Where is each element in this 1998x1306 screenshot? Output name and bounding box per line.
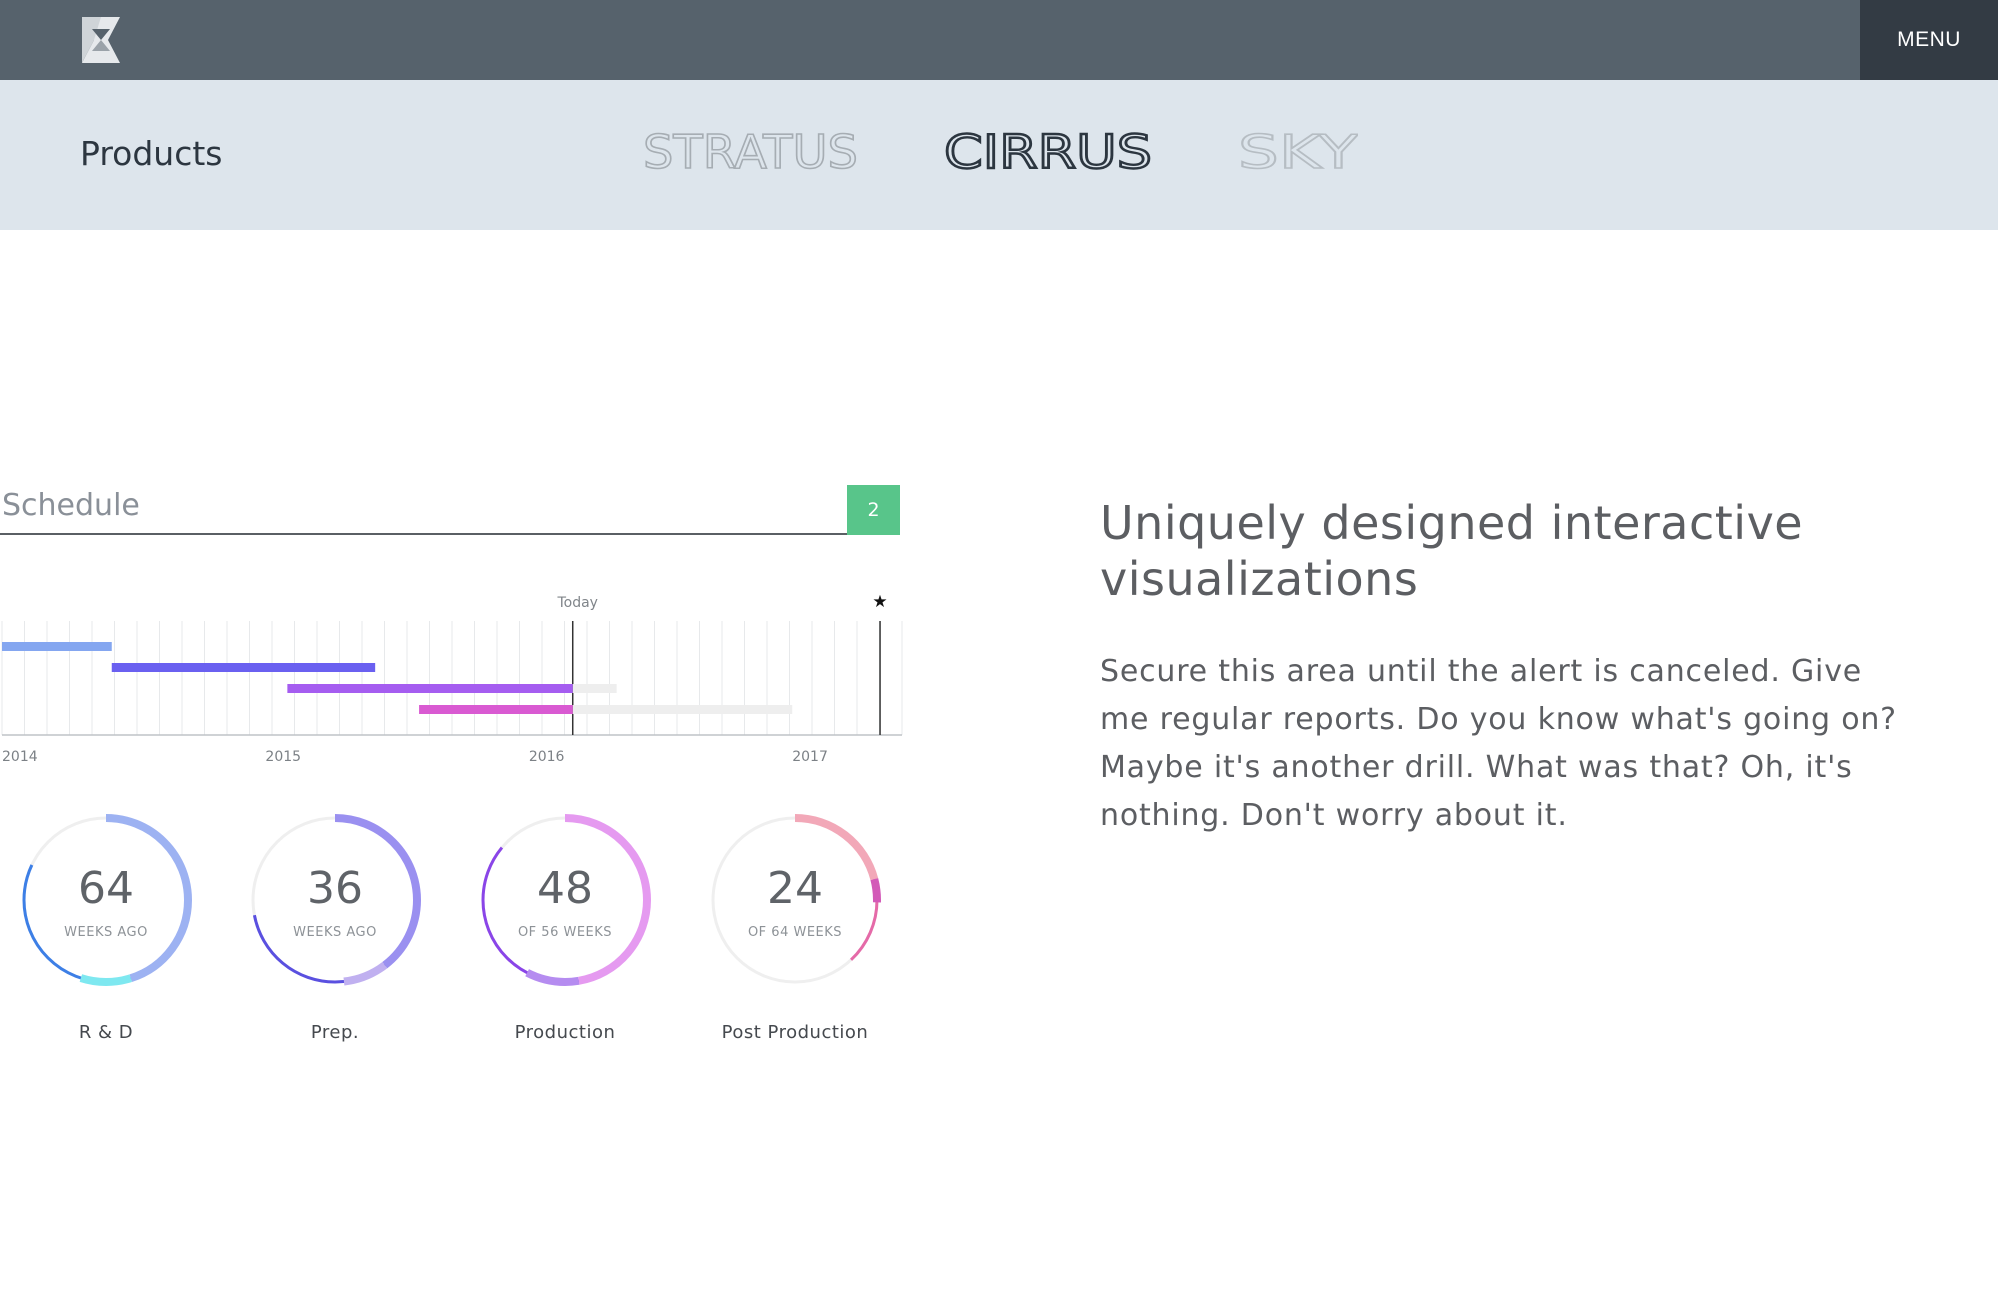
ring-value: 48 <box>537 863 593 914</box>
ring-value: 36 <box>307 863 363 914</box>
gantt-tick-label: 2014 <box>2 749 38 765</box>
gantt-grid <box>1 621 903 736</box>
ring-title: R & D <box>78 1022 134 1043</box>
progress-ring[interactable]: 48 OF 56 WEEKS <box>465 800 665 1000</box>
tab-sky[interactable]: SKY <box>1238 132 1358 172</box>
gantt-bar <box>287 684 573 693</box>
schedule-gantt-chart: Today ★ 2014 2015 2016 2017 <box>1 592 903 765</box>
gantt-bar <box>2 642 112 651</box>
gantt-tick-label: 2016 <box>529 749 565 765</box>
menu-button[interactable]: MENU <box>1860 0 1998 80</box>
schedule-title: Schedule <box>2 488 140 523</box>
feature-description: Secure this area until the alert is canc… <box>1100 654 1897 833</box>
ring-caption: WEEKS AGO <box>293 925 377 940</box>
ring-caption: OF 64 WEEKS <box>748 925 842 940</box>
tab-cirrus[interactable]: CIRRUS <box>944 132 1152 172</box>
top-bar: MENU <box>0 0 1998 80</box>
ring-title: Production <box>514 1022 616 1043</box>
section-title: Products <box>80 134 223 173</box>
progress-ring[interactable]: 24 OF 64 WEEKS <box>695 800 895 1000</box>
progress-ring[interactable]: 36 WEEKS AGO <box>235 800 435 1000</box>
gantt-x-ticks: 2014 2015 2016 2017 <box>2 749 828 765</box>
ring-value: 24 <box>767 863 823 914</box>
ring-caption: OF 56 WEEKS <box>518 925 612 940</box>
gantt-tick-label: 2015 <box>265 749 301 765</box>
feature-headline: Uniquely designed interactive visualizat… <box>1100 496 1804 606</box>
gantt-planned-bar <box>572 705 793 714</box>
hourglass-logo-icon[interactable] <box>78 15 124 65</box>
tab-stratus-label: STRATUS <box>643 132 858 172</box>
progress-ring[interactable]: 64 WEEKS AGO <box>6 800 206 1000</box>
gantt-bars <box>2 642 793 714</box>
today-label: Today <box>556 595 598 611</box>
ring-caption: WEEKS AGO <box>64 925 148 940</box>
schedule-divider <box>0 533 900 535</box>
ring-title: Prep. <box>310 1022 360 1043</box>
tab-stratus[interactable]: STRATUS <box>643 132 858 172</box>
gantt-tick-label: 2017 <box>792 749 828 765</box>
tab-sky-label: SKY <box>1238 132 1358 172</box>
ring-title: Post Production <box>721 1022 869 1043</box>
gantt-planned-bar <box>572 684 617 693</box>
gantt-bar <box>419 705 573 714</box>
tab-cirrus-label: CIRRUS <box>944 132 1152 172</box>
star-icon: ★ <box>872 592 887 612</box>
gantt-bar <box>111 663 376 672</box>
schedule-count-badge[interactable]: 2 <box>847 485 900 535</box>
ring-value: 64 <box>78 863 134 914</box>
